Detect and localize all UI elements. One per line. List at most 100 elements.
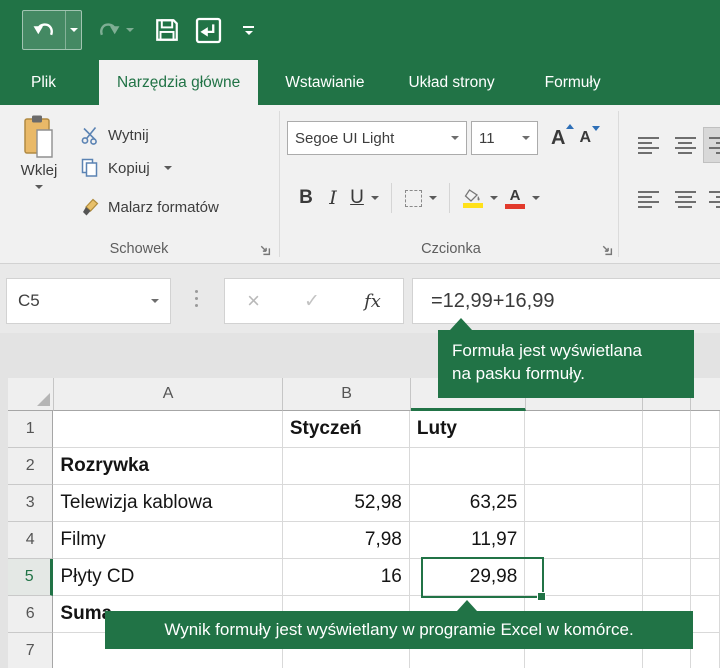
cell-c2[interactable] xyxy=(409,448,526,485)
fill-color-dropdown-icon[interactable] xyxy=(490,196,498,200)
cell-b1[interactable]: Styczeń xyxy=(282,411,410,448)
row-header-1[interactable]: 1 xyxy=(8,411,54,448)
font-name-combo[interactable]: Segoe UI Light xyxy=(287,121,467,155)
align-top-button[interactable] xyxy=(632,127,664,163)
font-format-buttons: B I U A xyxy=(292,179,543,217)
tab-formuly[interactable]: Formuły xyxy=(528,60,618,105)
grow-font-button[interactable]: A xyxy=(551,123,575,150)
save-button[interactable] xyxy=(154,17,180,43)
formula-bar-callout-text-line1: Formuła jest wyświetlana xyxy=(452,341,642,360)
column-header-b[interactable]: B xyxy=(283,378,411,411)
borders-dropdown-icon[interactable] xyxy=(429,196,437,200)
borders-button[interactable] xyxy=(401,189,426,207)
cell-b4[interactable]: 7,98 xyxy=(282,522,410,559)
font-size-combo[interactable]: 11 xyxy=(471,121,538,155)
tab-plik[interactable]: Plik xyxy=(8,60,79,105)
cell-f2[interactable] xyxy=(690,448,720,485)
insert-function-icon[interactable]: fx xyxy=(364,291,381,312)
cell-b3[interactable]: 52,98 xyxy=(282,485,410,522)
undo-button[interactable] xyxy=(22,10,82,50)
cell-a2[interactable]: Rozrywka xyxy=(53,448,283,485)
chevron-down-icon xyxy=(451,136,459,140)
paste-dropdown-icon[interactable] xyxy=(35,185,43,189)
bold-button[interactable]: B xyxy=(292,187,320,209)
formula-bar-separator xyxy=(195,290,198,307)
tab-uklad-strony[interactable]: Układ strony xyxy=(391,60,511,105)
cell-c1[interactable]: Luty xyxy=(409,411,526,448)
cell-f6[interactable] xyxy=(690,596,720,633)
title-bar xyxy=(0,0,720,60)
align-middle-button[interactable] xyxy=(669,127,701,163)
font-color-dropdown-icon[interactable] xyxy=(532,196,540,200)
align-bottom-button[interactable] xyxy=(703,127,720,163)
align-left-button[interactable] xyxy=(632,181,664,217)
row-header-2[interactable]: 2 xyxy=(8,448,54,485)
copy-button[interactable]: Kopiuj xyxy=(80,154,172,182)
customize-toolbar-button[interactable] xyxy=(243,25,254,35)
cell-d1[interactable] xyxy=(525,411,643,448)
cell-a5[interactable]: Płyty CD xyxy=(53,559,283,596)
redo-button[interactable] xyxy=(91,11,139,49)
cut-button[interactable]: Wytnij xyxy=(80,121,149,149)
customize-toolbar-icon xyxy=(243,25,254,28)
underline-dropdown-icon[interactable] xyxy=(371,196,379,200)
cell-f3[interactable] xyxy=(690,485,720,522)
paste-button[interactable]: Wklej xyxy=(10,113,68,235)
formula-buttons: × ✓ fx xyxy=(224,278,404,324)
align-right-button[interactable] xyxy=(703,181,720,217)
name-box[interactable]: C5 xyxy=(6,278,171,324)
cell-f5[interactable] xyxy=(690,559,720,596)
cell-b5[interactable]: 16 xyxy=(282,559,410,596)
row-header-6[interactable]: 6 xyxy=(8,596,54,633)
shrink-font-button[interactable]: A xyxy=(579,126,601,147)
row-header-7[interactable]: 7 xyxy=(8,633,54,668)
copy-dropdown-icon[interactable] xyxy=(163,166,172,170)
cell-c3[interactable]: 63,25 xyxy=(409,485,526,522)
font-color-button[interactable]: A xyxy=(505,188,525,209)
align-center-button[interactable] xyxy=(669,181,701,217)
cell-e3[interactable] xyxy=(642,485,691,522)
chevron-down-icon xyxy=(522,136,530,140)
column-header-a[interactable]: A xyxy=(53,378,284,411)
cell-a3[interactable]: Telewizja kablowa xyxy=(53,485,283,522)
cell-a1[interactable] xyxy=(53,411,283,448)
cell-e5[interactable] xyxy=(642,559,691,596)
font-group-label: Czcionka xyxy=(421,241,481,257)
clipboard-dialog-launcher-icon[interactable] xyxy=(258,243,271,256)
fill-color-button[interactable] xyxy=(463,188,483,208)
cell-d5[interactable] xyxy=(525,559,643,596)
cell-d3[interactable] xyxy=(525,485,643,522)
tab-wstawianie[interactable]: Wstawianie xyxy=(268,60,381,105)
row-3: 3 Telewizja kablowa 52,98 63,25 xyxy=(8,485,720,522)
underline-button[interactable]: U xyxy=(346,187,368,209)
cell-d4[interactable] xyxy=(525,522,643,559)
italic-button[interactable]: I xyxy=(320,187,346,209)
undo-dropdown[interactable] xyxy=(65,11,81,49)
column-header-f[interactable] xyxy=(690,378,720,411)
row-header-3[interactable]: 3 xyxy=(8,485,54,522)
font-color-bar xyxy=(505,203,525,209)
row-4: 4 Filmy 7,98 11,97 xyxy=(8,522,720,559)
cell-c5-selected[interactable]: 29,98 xyxy=(409,559,526,596)
cell-b2[interactable] xyxy=(282,448,410,485)
name-box-dropdown-icon[interactable] xyxy=(151,299,159,303)
cell-a4[interactable]: Filmy xyxy=(53,522,283,559)
format-painter-button[interactable]: Malarz formatów xyxy=(80,193,219,221)
cancel-icon[interactable]: × xyxy=(247,288,260,314)
switch-window-button[interactable] xyxy=(195,17,222,44)
fill-handle[interactable] xyxy=(537,592,546,601)
cell-e2[interactable] xyxy=(642,448,691,485)
cell-f4[interactable] xyxy=(690,522,720,559)
cell-e4[interactable] xyxy=(642,522,691,559)
cell-d2[interactable] xyxy=(525,448,643,485)
select-all-button[interactable] xyxy=(8,378,54,411)
row-header-5[interactable]: 5 xyxy=(8,559,54,596)
cell-e1[interactable] xyxy=(642,411,691,448)
row-header-4[interactable]: 4 xyxy=(8,522,54,559)
cell-f1[interactable] xyxy=(690,411,720,448)
cell-c4[interactable]: 11,97 xyxy=(409,522,526,559)
cell-f7[interactable] xyxy=(690,633,720,668)
enter-icon[interactable]: ✓ xyxy=(304,290,320,312)
tab-narzedzia-glowne[interactable]: Narzędzia główne xyxy=(98,60,259,105)
font-dialog-launcher-icon[interactable] xyxy=(600,243,613,256)
